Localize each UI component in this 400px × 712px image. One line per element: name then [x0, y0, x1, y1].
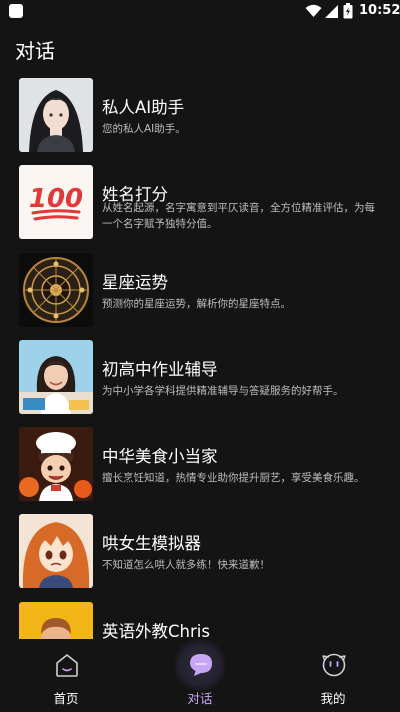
- item-title: 星座运势: [102, 272, 168, 292]
- nav-chat-label: 对话: [187, 691, 213, 706]
- battery-icon: [343, 3, 353, 19]
- nav-me[interactable]: 我的: [278, 639, 388, 712]
- item-title: 英语外教Chris: [102, 621, 210, 639]
- nav-me-label: 我的: [320, 691, 346, 706]
- list-item[interactable]: 英语外教Chris: [0, 596, 400, 639]
- page-title: 对话: [15, 39, 55, 63]
- chef-boy-thumbnail: [19, 427, 93, 502]
- profile-face-icon: [322, 653, 346, 677]
- conversation-list[interactable]: 私人AI助手 您的私人AI助手。 100 姓名打分 从姓名起源，名字寓意到平仄读…: [0, 72, 400, 639]
- list-item[interactable]: 私人AI助手 您的私人AI助手。: [0, 72, 400, 159]
- anime-girl-orange-hair-thumbnail: [19, 514, 93, 589]
- smiling-man-thumbnail: [19, 601, 93, 639]
- hundred-points-icon: 100: [19, 165, 93, 240]
- zodiac-wheel-thumbnail: [19, 252, 93, 327]
- item-title: 私人AI助手: [102, 98, 185, 117]
- item-description: 擅长烹饪知道，热情专业助你提升厨艺，享受美食乐趣。: [102, 472, 365, 485]
- list-item[interactable]: 初高中作业辅导 为中小学各学科提供精准辅导与答疑服务的好帮手。: [0, 334, 400, 421]
- item-title: 哄女生模拟器: [102, 534, 201, 554]
- signal-icon: [325, 5, 338, 18]
- item-title: 初高中作业辅导: [102, 359, 218, 379]
- anime-girl-portrait-thumbnail: [19, 78, 93, 152]
- nav-home-label: 首页: [53, 691, 79, 706]
- wifi-icon: [305, 4, 322, 17]
- chat-bubble-icon: [190, 654, 212, 676]
- nav-home[interactable]: 首页: [11, 639, 121, 712]
- list-item[interactable]: 哄女生模拟器 不知道怎么哄人就多练！快来道歉！: [0, 508, 400, 595]
- item-description: 为中小学各学科提供精准辅导与答疑服务的好帮手。: [102, 384, 344, 397]
- nav-chat[interactable]: 对话: [145, 639, 255, 712]
- item-description: 从姓名起源，名字寓意到平仄读音，全方位精准评估，为每一个名字赋予独特分值。: [102, 202, 375, 231]
- app-icon: [9, 4, 23, 18]
- list-item[interactable]: 星座运势 预测你的星座运势，解析你的星座特点。: [0, 247, 400, 334]
- item-title: 中华美食小当家: [102, 447, 218, 467]
- student-girl-thumbnail: [19, 339, 93, 414]
- item-description: 预测你的星座运势，解析你的星座特点。: [102, 297, 291, 310]
- item-description: 您的私人AI助手。: [102, 123, 186, 135]
- status-bar: 10:52: [0, 0, 400, 24]
- home-icon: [56, 654, 78, 677]
- list-item[interactable]: 100 姓名打分 从姓名起源，名字寓意到平仄读音，全方位精准评估，为每一个名字赋…: [0, 159, 400, 246]
- clock: 10:52: [359, 3, 400, 18]
- bottom-navigation: 首页 对话 我的: [0, 639, 400, 712]
- item-description: 不知道怎么哄人就多练！快来道歉！: [102, 559, 270, 572]
- list-item[interactable]: 中华美食小当家 擅长烹饪知道，热情专业助你提升厨艺，享受美食乐趣。: [0, 421, 400, 508]
